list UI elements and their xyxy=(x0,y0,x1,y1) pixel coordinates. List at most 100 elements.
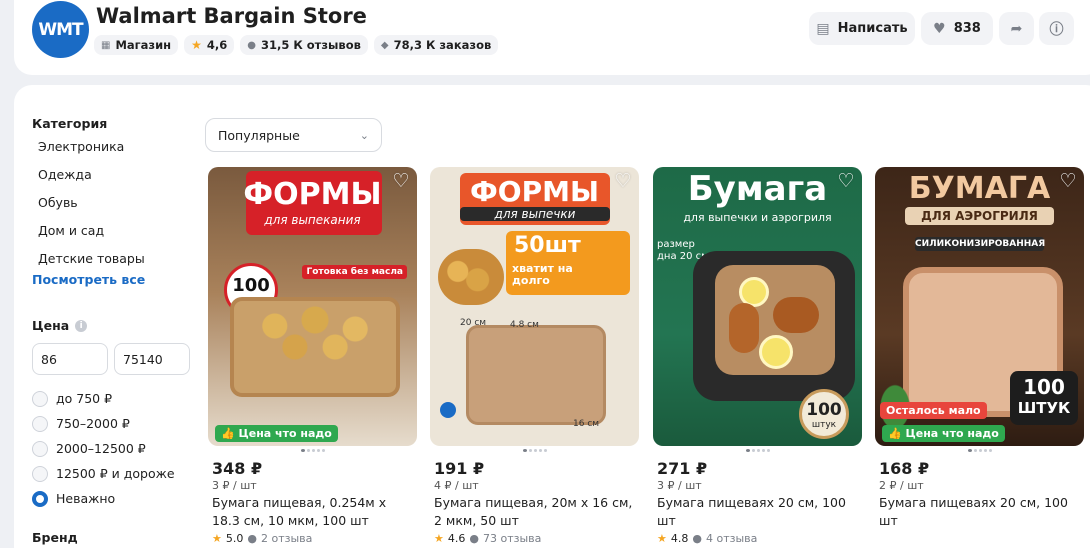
price-option[interactable]: 750–2000 ₽ xyxy=(32,411,175,436)
product-image[interactable]: Бумага для выпечки и аэрогриля размер дн… xyxy=(653,167,862,446)
store-type: Магазин xyxy=(115,38,172,52)
price-option-label: до 750 ₽ xyxy=(56,391,113,406)
rating-chip[interactable]: ★ 4,6 xyxy=(184,35,235,55)
image-subtitle: для выпечки xyxy=(460,207,610,221)
category-item[interactable]: Электроника xyxy=(32,140,202,168)
product-price: 271 ₽ xyxy=(657,459,708,478)
price-option[interactable]: до 750 ₽ xyxy=(32,386,175,411)
price-option[interactable]: 2000–12500 ₽ xyxy=(32,436,175,461)
price-option[interactable]: 12500 ₽ и дороже xyxy=(32,461,175,486)
image-pager xyxy=(430,449,639,453)
share-button[interactable]: ➦ xyxy=(999,12,1034,45)
like-count: 838 xyxy=(953,21,981,36)
store-type-chip: ▦ Магазин xyxy=(94,35,179,55)
radio-icon[interactable] xyxy=(32,390,48,407)
product-title[interactable]: Бумага пищеваях 20 см, 100 шт xyxy=(875,494,1084,530)
product-card[interactable]: ФОРМЫ для выпечки 50шт хватит на долго 2… xyxy=(430,167,639,545)
brand-filter-title: Бренд xyxy=(32,530,78,545)
radio-selected-icon[interactable] xyxy=(32,490,48,507)
image-subtitle: для выпекания xyxy=(264,213,361,227)
unit-price: 3 ₽ / шт xyxy=(657,479,702,492)
image-note: хватит на долго xyxy=(512,262,573,287)
reviews-chip[interactable]: ● 31,5 К отзывов xyxy=(240,35,368,55)
sort-value: Популярные xyxy=(218,127,300,143)
product-image[interactable]: ФОРМЫ для выпекания 100 шт Готовка без м… xyxy=(208,167,417,446)
category-item[interactable]: Дом и сад xyxy=(32,224,202,252)
price-badge: 👍 Цена что надо xyxy=(215,425,338,442)
price-option-label: 2000–12500 ₽ xyxy=(56,441,146,456)
star-icon: ★ xyxy=(657,532,667,545)
unit-price: 2 ₽ / шт xyxy=(879,479,924,492)
product-title[interactable]: Бумага пищеваях 20 см, 100 шт xyxy=(653,494,862,530)
product-title[interactable]: Бумага пищевая, 20м x 16 см, 2 мкм, 50 ш… xyxy=(430,494,639,530)
category-item[interactable]: Обувь xyxy=(32,196,202,224)
product-image[interactable]: ФОРМЫ для выпечки 50шт хватит на долго 2… xyxy=(430,167,639,446)
see-all-link[interactable]: Посмотреть все xyxy=(32,272,202,287)
image-pager xyxy=(208,449,417,453)
price-to-input[interactable]: 75140 xyxy=(114,343,190,375)
image-title: ФОРМЫ xyxy=(243,177,382,212)
comment-icon: ● xyxy=(247,532,257,545)
store-rating: 4,6 xyxy=(206,38,228,52)
price-title: Цена xyxy=(32,318,70,333)
chat-icon: ▤ xyxy=(816,20,830,37)
write-button[interactable]: ▤ Написать xyxy=(809,12,915,45)
orders-chip: ◆ 78,3 К заказов xyxy=(373,35,499,55)
count-value: 100 xyxy=(232,275,270,296)
brand-logo-icon xyxy=(440,402,456,418)
product-card[interactable]: БУМАГА ДЛЯ АЭРОГРИЛЯ СИЛИКОНИЗИРОВАННАЯ … xyxy=(875,167,1084,530)
info-icon: ⓘ xyxy=(1049,21,1064,38)
radio-icon[interactable] xyxy=(32,440,48,457)
star-icon: ★ xyxy=(191,38,202,52)
image-note: Готовка без масла xyxy=(302,265,407,279)
image-title: БУМАГА xyxy=(908,171,1051,206)
category-item[interactable]: Одежда xyxy=(32,168,202,196)
sort-select[interactable]: Популярные ⌄ xyxy=(205,118,382,152)
store-meta: ▦ Магазин ★ 4,6 ● 31,5 К отзывов ◆ 78,3 К за… xyxy=(94,35,499,55)
product-card[interactable]: ФОРМЫ для выпекания 100 шт Готовка без м… xyxy=(208,167,417,545)
product-price: 348 ₽ xyxy=(212,459,263,478)
fries-graphic xyxy=(438,249,504,305)
price-from-input[interactable]: 86 xyxy=(32,343,108,375)
dimension-label: 16 см xyxy=(573,419,600,429)
image-subtitle: для выпечки и аэрогриля xyxy=(683,211,832,224)
product-rating: ★ 4.8 ● 4 отзыва xyxy=(653,532,862,545)
heart-icon: ♥ xyxy=(933,20,946,37)
write-label: Написать xyxy=(837,21,908,36)
store-logo[interactable]: WMT xyxy=(32,1,89,58)
like-button[interactable]: ♥ 838 xyxy=(921,12,993,45)
comment-icon: ● xyxy=(469,532,479,545)
image-pager xyxy=(653,449,862,453)
product-title[interactable]: Бумага пищевая, 0.254м x 18.3 см, 10 мкм… xyxy=(208,494,417,530)
image-note: СИЛИКОНИЗИРОВАННАЯ xyxy=(915,237,1046,251)
radio-icon[interactable] xyxy=(32,465,48,482)
price-option-selected[interactable]: Неважно xyxy=(32,486,175,511)
chevron-down-icon: ⌄ xyxy=(359,128,369,142)
reviews-count: 73 отзыва xyxy=(482,532,542,545)
favorite-heart-icon[interactable]: ♡ xyxy=(391,171,411,191)
reviews-count: 4 отзыва xyxy=(705,532,758,545)
favorite-heart-icon[interactable]: ♡ xyxy=(613,171,633,191)
image-subtitle: ДЛЯ АЭРОГРИЛЯ xyxy=(905,207,1054,225)
price-option-label: Неважно xyxy=(56,491,116,506)
image-title: ФОРМЫ xyxy=(470,175,599,208)
product-card[interactable]: Бумага для выпечки и аэрогриля размер дн… xyxy=(653,167,862,545)
store-reviews: 31,5 К отзывов xyxy=(261,38,361,52)
paper-tray-graphic xyxy=(466,325,606,425)
potatoes-graphic xyxy=(248,302,382,362)
favorite-heart-icon[interactable]: ♡ xyxy=(1058,171,1078,191)
product-image[interactable]: БУМАГА ДЛЯ АЭРОГРИЛЯ СИЛИКОНИЗИРОВАННАЯ … xyxy=(875,167,1084,446)
unit-price: 3 ₽ / шт xyxy=(212,479,257,492)
unit-price: 4 ₽ / шт xyxy=(434,479,479,492)
count-value: 100 xyxy=(806,400,842,420)
box-icon: ◆ xyxy=(380,39,389,51)
count-value: 50шт xyxy=(514,233,581,258)
price-filter-title: Цена i xyxy=(32,318,88,333)
radio-icon[interactable] xyxy=(32,415,48,432)
star-icon: ★ xyxy=(434,532,444,545)
info-icon[interactable]: i xyxy=(75,319,88,332)
favorite-heart-icon[interactable]: ♡ xyxy=(836,171,856,191)
price-option-label: 750–2000 ₽ xyxy=(56,416,130,431)
info-button[interactable]: ⓘ xyxy=(1039,12,1074,45)
store-name[interactable]: Walmart Bargain Store xyxy=(96,4,367,28)
